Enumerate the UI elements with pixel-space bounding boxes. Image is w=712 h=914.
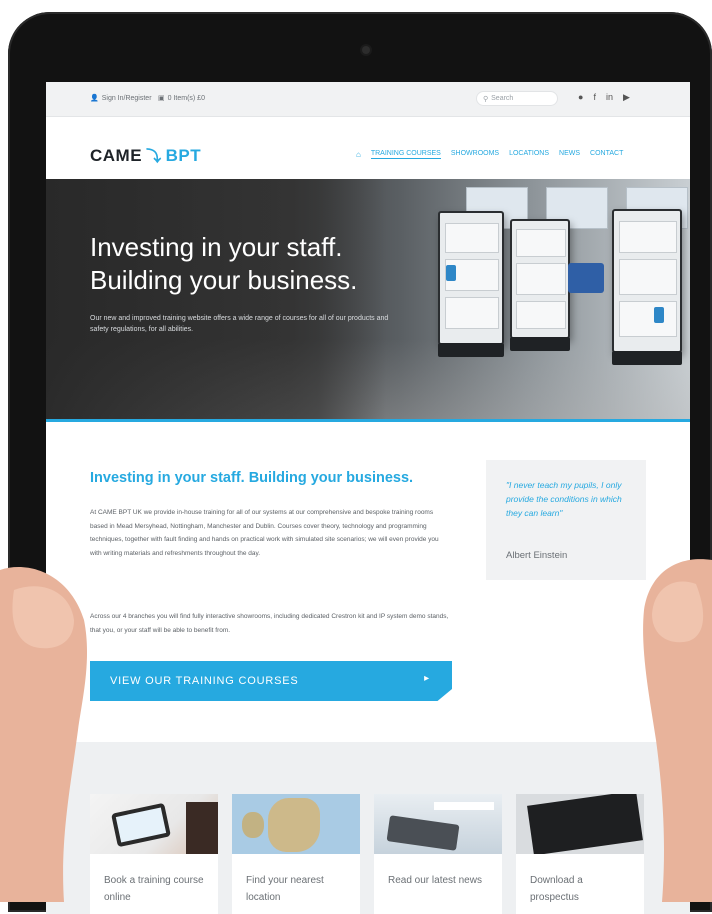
hands-image xyxy=(0,559,712,902)
